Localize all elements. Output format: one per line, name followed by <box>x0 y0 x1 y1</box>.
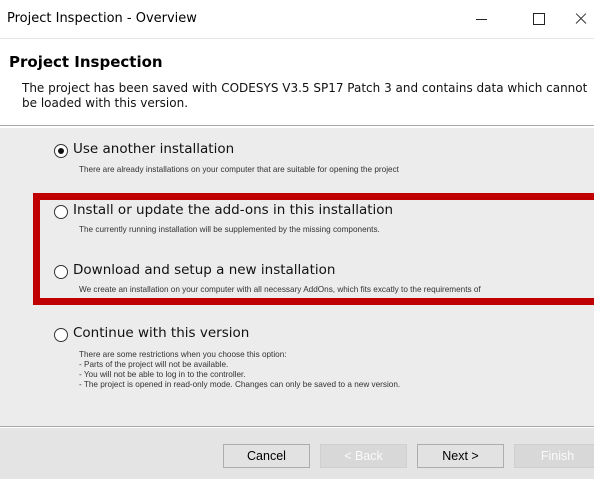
maximize-icon <box>533 13 545 25</box>
option-description-line: There are some restrictions when you cho… <box>79 350 287 359</box>
cancel-button[interactable]: Cancel <box>223 444 310 468</box>
title-bar: Project Inspection - Overview <box>0 0 594 39</box>
option-label[interactable]: Continue with this version <box>73 325 249 341</box>
maximize-button[interactable] <box>516 0 562 38</box>
option-description-line: - Parts of the project will not be avail… <box>79 360 229 369</box>
finish-button[interactable]: Finish <box>514 444 594 468</box>
option-description-line: - The project is opened in read-only mod… <box>79 380 401 389</box>
option-description: There are already installations on your … <box>79 165 399 175</box>
option-label[interactable]: Use another installation <box>73 141 234 157</box>
header-panel: Project Inspection The project has been … <box>0 39 594 124</box>
minimize-button[interactable] <box>458 0 504 38</box>
next-button[interactable]: Next > <box>417 444 504 468</box>
minimize-icon <box>476 19 487 20</box>
page-description: The project has been saved with CODESYS … <box>22 81 588 110</box>
option-description-line: There are already installations on your … <box>79 165 399 174</box>
close-button[interactable] <box>560 0 594 38</box>
radio-selected-dot <box>58 148 64 154</box>
back-button[interactable]: < Back <box>320 444 407 468</box>
radio-use-another-installation[interactable] <box>54 144 68 158</box>
window-title: Project Inspection - Overview <box>7 11 197 26</box>
option-description-line: - You will not be able to log in to the … <box>79 370 246 379</box>
page-title: Project Inspection <box>9 53 163 71</box>
radio-continue-with-this-version[interactable] <box>54 328 68 342</box>
dialog-window: Project Inspection - Overview Project In… <box>0 0 594 479</box>
header-divider <box>0 125 594 127</box>
option-description: There are some restrictions when you cho… <box>79 350 400 390</box>
button-bar: Cancel < Back Next > Finish <box>0 428 594 479</box>
red-highlight-box <box>33 193 594 305</box>
